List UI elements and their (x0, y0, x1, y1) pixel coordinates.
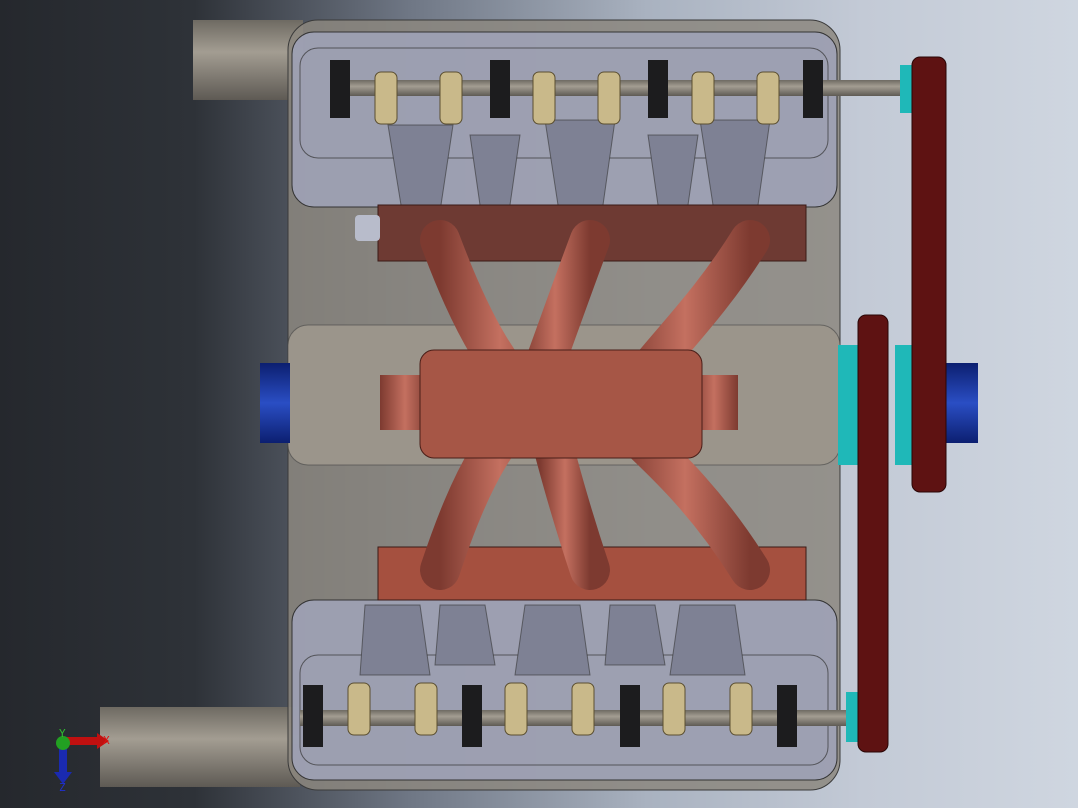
exhaust-pipe-top (193, 20, 303, 100)
drive-belt-lower (857, 314, 889, 753)
engine-model[interactable]: X Y Z (0, 0, 1078, 808)
triad-x-label: X (103, 734, 110, 747)
intake-plenum (419, 349, 703, 459)
pulley-hub-main (838, 345, 858, 465)
triad-y-label: Y (59, 727, 66, 740)
crank-end-left (260, 363, 290, 443)
cad-viewport[interactable]: X Y Z (0, 0, 1078, 808)
drive-belt-upper (911, 56, 947, 493)
exhaust-pipe-bottom (100, 707, 300, 787)
plenum-slot (355, 215, 380, 241)
triad-z-label: Z (59, 781, 66, 794)
